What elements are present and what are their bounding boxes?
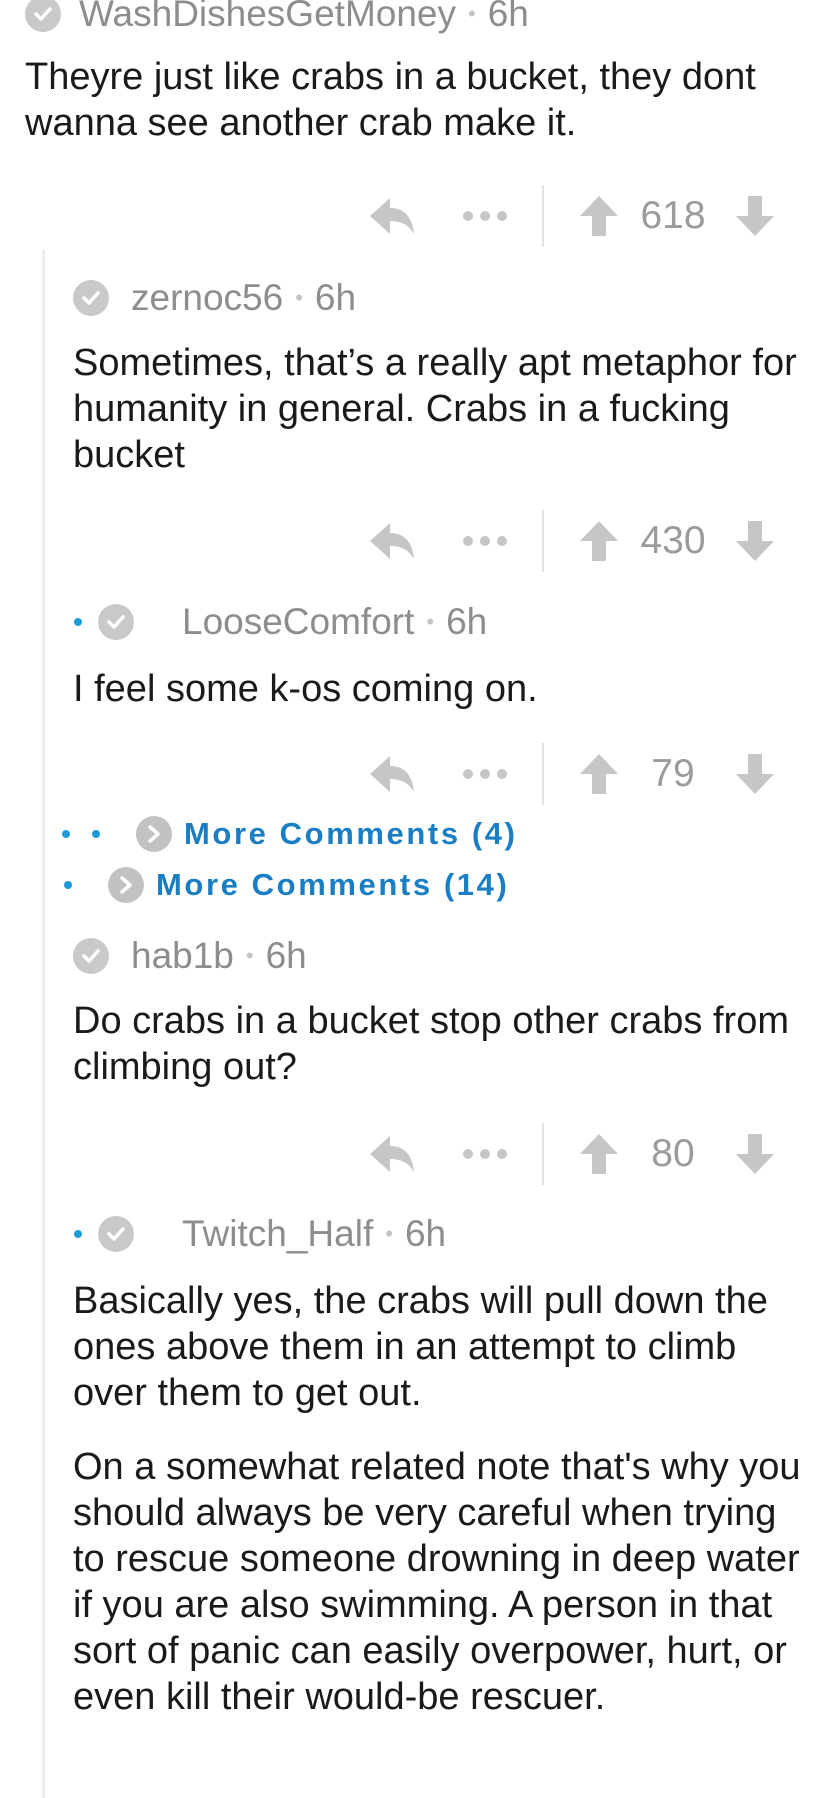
meta-separator: • [295,285,303,310]
downvote-icon[interactable] [734,194,776,238]
comment-body: Theyre just like crabs in a bucket, they… [25,54,785,146]
thread-line [42,250,45,1798]
comment-time: 6h [314,277,357,318]
comment-body: I feel some k-os coming on. [73,666,813,712]
comment-actions: 79 [368,742,776,806]
chevron-right-icon [108,867,144,903]
comment-score: 430 [640,519,706,562]
comment-time: 6h [446,601,488,642]
depth-dot [74,1230,82,1238]
comment-header: hab1b • 6h [73,934,307,978]
downvote-icon[interactable] [734,1132,776,1176]
comment-body: Basically yes, the crabs will pull down … [73,1278,813,1720]
reply-icon[interactable] [368,194,416,238]
comment-header: Twitch_Half • 6h [74,1212,446,1256]
upvote-icon[interactable] [578,194,620,238]
comment-time: 6h [265,935,307,976]
comment-actions: 430 [368,509,776,573]
depth-dot [64,881,72,889]
comment-time: 6h [487,0,529,34]
comment-paragraph: On a somewhat related note that's why yo… [73,1446,801,1718]
comment-author[interactable]: hab1b [131,935,234,977]
comment-author[interactable]: WashDishesGetMoney [79,0,456,35]
comment-paragraph: Basically yes, the crabs will pull down … [73,1280,768,1414]
meta-separator: • [468,1,476,26]
comment-actions: 80 [368,1122,776,1186]
comment-body: Sometimes, that’s a really apt metaphor … [73,340,813,478]
check-circle-icon [98,1216,134,1252]
downvote-icon[interactable] [734,752,776,796]
comment-score: 80 [651,1132,695,1175]
more-options-icon[interactable] [462,768,508,780]
comment-header: WashDishesGetMoney • 6h [25,0,529,36]
more-comments-row[interactable]: More Comments (14) [64,863,509,907]
reply-icon[interactable] [368,752,416,796]
action-divider [542,1123,544,1185]
more-comments-link[interactable]: More Comments (4) [184,816,518,852]
more-options-icon[interactable] [462,210,508,222]
upvote-icon[interactable] [578,519,620,563]
comment-score: 79 [651,752,695,795]
upvote-icon[interactable] [578,752,620,796]
comment-author[interactable]: zernoc56 [131,277,283,319]
more-options-icon[interactable] [462,1148,508,1160]
reply-icon[interactable] [368,519,416,563]
action-divider [542,510,544,572]
comment-author[interactable]: LooseComfort [182,601,414,643]
comment-time: 6h [404,1213,447,1254]
comment-author[interactable]: Twitch_Half [182,1213,373,1255]
chevron-right-icon [136,816,172,852]
comment-body: Do crabs in a bucket stop other crabs fr… [73,998,833,1090]
comment-header: zernoc56 • 6h [73,276,356,320]
downvote-icon[interactable] [734,519,776,563]
check-circle-icon [98,604,134,640]
meta-separator: • [426,609,435,634]
check-circle-icon [73,938,109,974]
depth-dot [62,830,70,838]
reply-icon[interactable] [368,1132,416,1176]
meta-separator: • [385,1221,393,1246]
check-circle-icon [73,280,109,316]
depth-dot [74,618,82,626]
check-circle-icon [25,0,61,32]
comment-score: 618 [640,194,706,237]
more-comments-link[interactable]: More Comments (14) [156,867,509,903]
upvote-icon[interactable] [578,1132,620,1176]
action-divider [542,185,544,247]
comment-paragraph: Theyre just like crabs in a bucket, they… [25,56,756,144]
comment-paragraph: I feel some k-os coming on. [73,668,538,710]
depth-dot [92,830,100,838]
meta-separator: • [245,943,254,968]
more-comments-row[interactable]: More Comments (4) [62,812,518,856]
comment-paragraph: Do crabs in a bucket stop other crabs fr… [73,1000,789,1088]
comment-actions: 618 [368,184,776,248]
more-options-icon[interactable] [462,535,508,547]
comment-paragraph: Sometimes, that’s a really apt metaphor … [73,342,797,476]
comment-header: LooseComfort • 6h [74,600,487,644]
action-divider [542,743,544,805]
